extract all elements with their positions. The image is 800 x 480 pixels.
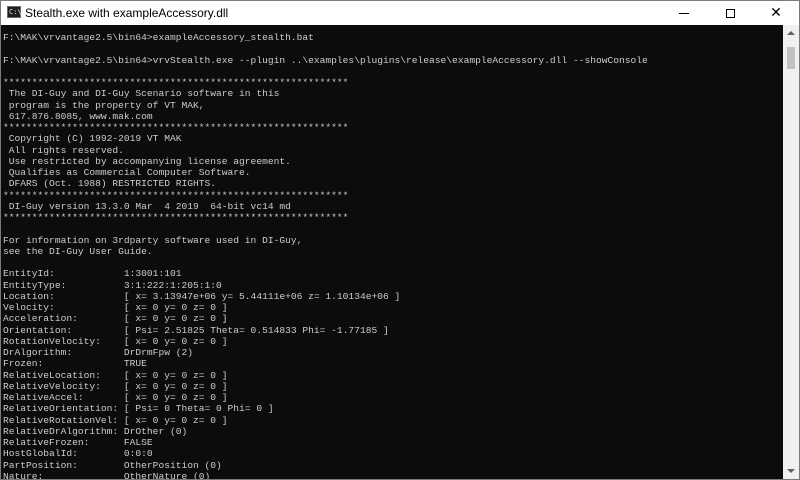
- console-line: RelativeAccel: [ x= 0 y= 0 z= 0 ]: [3, 392, 228, 403]
- vertical-scrollbar[interactable]: [783, 25, 799, 479]
- console-line: All rights reserved.: [3, 144, 124, 156]
- console-line: F:\MAK\vrvantage2.5\bin64>vrvStealth.exe…: [3, 54, 648, 66]
- console-line: program is the property of VT MAK,: [3, 99, 205, 111]
- console-line: ****************************************…: [3, 189, 349, 201]
- console-line: For information on 3rdparty software use…: [3, 234, 303, 246]
- console-line: DI-Guy version 13.3.0 Mar 4 2019 64-bit …: [3, 200, 291, 212]
- console-line: EntityType: 3:1:222:1:205:1:0: [3, 279, 222, 291]
- window-title: Stealth.exe with exampleAccessory.dll: [25, 6, 229, 20]
- console-line: 617.876.8085, www.mak.com: [3, 110, 153, 122]
- console-line: RelativeOrientation: [ Psi= 0 Theta= 0 P…: [3, 403, 274, 415]
- title-bar[interactable]: C:\ Stealth.exe with exampleAccessory.dl…: [1, 1, 799, 25]
- console-line: Velocity: [ x= 0 y= 0 z= 0 ]: [3, 302, 228, 313]
- console-line: RelativeFrozen: FALSE: [3, 437, 153, 448]
- console-line: Qualifies as Commercial Computer Softwar…: [3, 167, 251, 178]
- console-line: Copyright (C) 1992-2019 VT MAK: [3, 133, 182, 145]
- scroll-down-button[interactable]: [783, 463, 799, 479]
- console-line: RelativeDrAlgorithm: DrOther (0): [3, 425, 188, 437]
- console-line: RelativeVelocity: [ x= 0 y= 0 z= 0 ]: [3, 380, 228, 392]
- console-line: DFARS (Oct. 1988) RESTRICTED RIGHTS.: [3, 178, 217, 190]
- scrollbar-thumb[interactable]: [787, 47, 795, 69]
- console-line: F:\MAK\vrvantage2.5\bin64>exampleAccesso…: [3, 32, 314, 43]
- console-line: DrAlgorithm: DrDrmFpw (2): [3, 347, 193, 358]
- close-button[interactable]: ✕: [753, 1, 799, 25]
- console-line: Nature: OtherNature (0): [3, 470, 211, 479]
- console-line: see the DI-Guy User Guide.: [3, 245, 153, 257]
- arrow-up-icon: [787, 31, 795, 35]
- console-line: HostGlobalId: 0:0:0: [3, 448, 153, 460]
- minimize-icon: [679, 12, 689, 14]
- console-line: Acceleration: [ x= 0 y= 0 z= 0 ]: [3, 313, 228, 325]
- console-line: PartPosition: OtherPosition (0): [3, 459, 222, 471]
- console-line: ****************************************…: [3, 212, 349, 223]
- arrow-down-icon: [787, 469, 795, 473]
- console-line: RotationVelocity: [ x= 0 y= 0 z= 0 ]: [3, 335, 228, 347]
- close-icon: ✕: [770, 5, 782, 21]
- console-line: Location: [ x= 3.13947e+06 y= 5.44111e+0…: [3, 290, 401, 302]
- console-output[interactable]: F:\MAK\vrvantage2.5\bin64>exampleAccesso…: [3, 32, 781, 479]
- console-line: ****************************************…: [3, 77, 349, 88]
- console-app-icon[interactable]: C:\: [7, 6, 22, 18]
- console-window: C:\ Stealth.exe with exampleAccessory.dl…: [0, 0, 800, 480]
- maximize-icon: [725, 8, 735, 18]
- minimize-button[interactable]: [661, 1, 707, 25]
- maximize-button[interactable]: [707, 1, 753, 25]
- console-line: RelativeLocation: [ x= 0 y= 0 z= 0 ]: [3, 369, 228, 381]
- console-line: RelativeRotationVel: [ x= 0 y= 0 z= 0 ]: [3, 414, 228, 426]
- console-line: Orientation: [ Psi= 2.51825 Theta= 0.514…: [3, 324, 389, 336]
- console-line: EntityId: 1:3001:101: [3, 268, 182, 280]
- console-line: ****************************************…: [3, 122, 349, 133]
- scroll-up-button[interactable]: [783, 25, 799, 41]
- console-line: Frozen: TRUE: [3, 358, 147, 370]
- console-line: Use restricted by accompanying license a…: [3, 155, 291, 167]
- console-line: The DI-Guy and DI-Guy Scenario software …: [3, 88, 280, 100]
